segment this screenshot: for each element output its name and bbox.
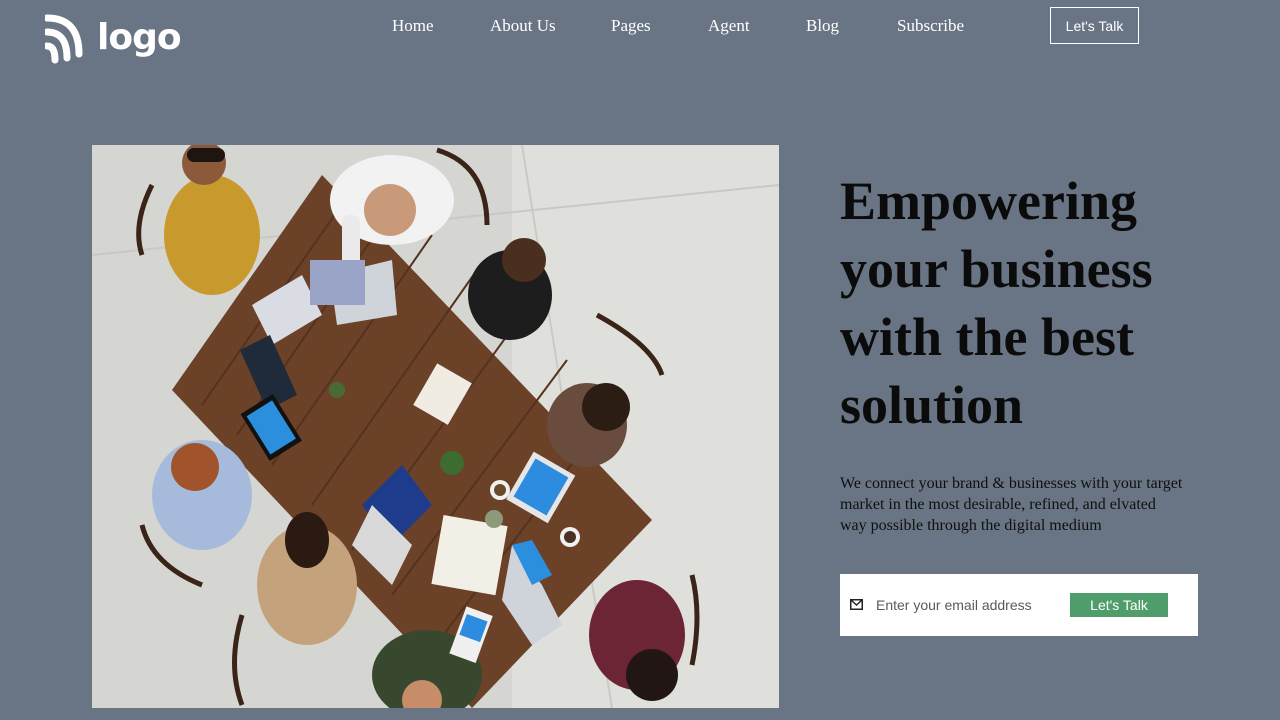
email-input[interactable] (876, 592, 1056, 618)
subscribe-submit-button[interactable]: Let's Talk (1070, 593, 1168, 617)
nav-item-subscribe[interactable]: Subscribe (897, 15, 964, 37)
hero-image (92, 145, 779, 708)
hero-title: Empowering your business with the best s… (840, 171, 1153, 435)
logo[interactable]: logo (45, 14, 182, 64)
logo-text: logo (97, 17, 182, 58)
nav-item-pages[interactable]: Pages (611, 15, 651, 37)
nav-item-blog[interactable]: Blog (806, 15, 839, 37)
hero-description: We connect your brand & businesses with … (840, 475, 1183, 534)
team-meeting-photo-icon (92, 145, 779, 708)
logo-mark-icon (45, 14, 83, 64)
nav-item-home[interactable]: Home (392, 15, 434, 37)
nav-item-agent[interactable]: Agent (708, 15, 750, 37)
nav-item-about-us[interactable]: About Us (490, 15, 556, 37)
mail-icon (850, 599, 863, 610)
subscribe-form: Let's Talk (840, 574, 1198, 636)
lets-talk-button[interactable]: Let's Talk (1050, 7, 1139, 44)
